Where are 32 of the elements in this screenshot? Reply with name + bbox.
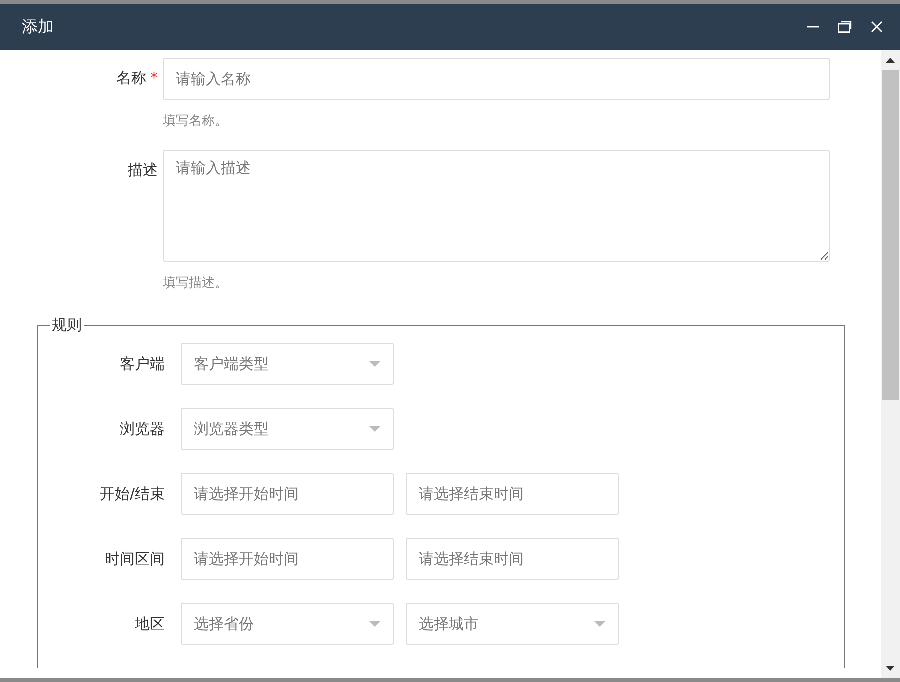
scroll-up-icon[interactable] [886,58,895,62]
field-label: 时间区间 [104,550,166,568]
restore-icon[interactable] [838,21,852,33]
input-field[interactable]: 请选择开始时间 [181,473,394,515]
field-label: 地区 [134,614,166,634]
select-field[interactable]: 客户端类型 [181,343,394,385]
caret-icon [369,361,381,367]
input-field[interactable]: 请选择结束时间 [406,538,619,580]
input-field[interactable]: 请选择开始时间 [181,538,394,580]
select-field[interactable]: 浏览器类型 [181,408,394,450]
input-field[interactable]: 请选择结束时间 [406,473,619,515]
required-mark: * [150,68,158,88]
scrollbar[interactable] [881,50,900,678]
name-field[interactable]: 请输入名称 [163,58,830,100]
field-label: 名称 [116,68,146,88]
description-field[interactable]: 请输入描述 [163,150,830,262]
select-field[interactable]: 选择城市 [406,603,619,645]
field-label: 描述 [128,160,158,180]
field-hint: 填写描述。 [163,275,229,292]
close-icon[interactable] [871,21,883,33]
field-hint: 填写名称。 [163,113,229,130]
select-field[interactable]: 选择省份 [181,603,394,645]
scroll-down-icon[interactable] [886,666,895,670]
minimize-icon[interactable] [807,26,819,28]
window-title: 添加 [22,16,55,38]
caret-icon [594,621,606,627]
caret-icon [369,621,381,627]
caret-icon [369,426,381,432]
group-legend: 规则 [50,316,84,335]
field-label: 浏览器 [119,420,166,438]
field-label: 开始/结束 [98,484,166,504]
field-label: 客户端 [119,354,166,374]
